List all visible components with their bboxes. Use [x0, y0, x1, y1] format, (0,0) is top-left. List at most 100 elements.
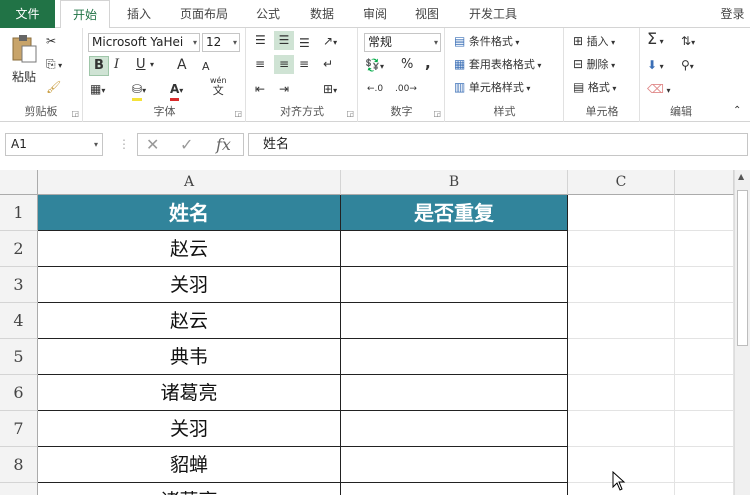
- row-header[interactable]: 8: [0, 447, 38, 483]
- delete-cells-button[interactable]: ⊟ 删除 ▾: [573, 55, 615, 75]
- cell-d[interactable]: [675, 195, 734, 231]
- cell-c[interactable]: [568, 375, 675, 411]
- tab-file[interactable]: 文件: [0, 0, 55, 28]
- cell-duplicate[interactable]: [341, 339, 568, 375]
- tab-review[interactable]: 审阅: [353, 0, 397, 28]
- header-cell-duplicate[interactable]: 是否重复: [341, 195, 568, 231]
- fill-color-button[interactable]: ⛁▾: [132, 80, 146, 101]
- cell-duplicate[interactable]: [341, 303, 568, 339]
- comma-button[interactable]: ,: [425, 54, 431, 72]
- cell-name[interactable]: 赵云: [38, 303, 341, 339]
- column-header-b[interactable]: B: [341, 170, 568, 195]
- column-header-c[interactable]: C: [568, 170, 675, 195]
- cell-d[interactable]: [675, 375, 734, 411]
- cell-name[interactable]: 关羽: [38, 411, 341, 447]
- align-left-button[interactable]: ≡: [255, 55, 265, 74]
- align-top-button[interactable]: ☰: [255, 31, 266, 50]
- select-all-button[interactable]: [0, 170, 38, 195]
- cell-c[interactable]: [568, 267, 675, 303]
- tab-data[interactable]: 数据: [300, 0, 344, 28]
- cell-c[interactable]: [568, 231, 675, 267]
- alignment-launcher-icon[interactable]: ◲: [346, 109, 354, 118]
- cell-name[interactable]: 貂蝉: [38, 447, 341, 483]
- row-header[interactable]: 4: [0, 303, 38, 339]
- column-header-d[interactable]: [675, 170, 734, 195]
- format-cells-button[interactable]: ▤ 格式 ▾: [573, 78, 616, 98]
- cell-d[interactable]: [675, 267, 734, 303]
- collapse-ribbon-icon[interactable]: ⌃: [733, 102, 741, 120]
- cell-c[interactable]: [568, 303, 675, 339]
- sort-filter-button[interactable]: ⇅▾: [681, 32, 695, 52]
- cell-duplicate[interactable]: [341, 231, 568, 267]
- font-launcher-icon[interactable]: ◲: [234, 109, 242, 118]
- align-bottom-button[interactable]: ☰: [299, 34, 310, 53]
- copy-button[interactable]: ⎘ ▾: [46, 55, 62, 75]
- tab-formulas[interactable]: 公式: [246, 0, 290, 28]
- fill-button[interactable]: ⬇ ▾: [647, 56, 664, 76]
- cell-duplicate[interactable]: [341, 267, 568, 303]
- insert-function-icon[interactable]: fx: [216, 134, 231, 155]
- row-header[interactable]: 5: [0, 339, 38, 375]
- cell-c[interactable]: [568, 411, 675, 447]
- borders-button[interactable]: ▦▾: [90, 80, 105, 100]
- increase-decimal-button[interactable]: ←.0: [367, 80, 383, 98]
- enter-icon[interactable]: ✓: [180, 134, 193, 155]
- format-as-table-button[interactable]: ▦ 套用表格格式 ▾: [454, 55, 541, 75]
- scroll-up-icon[interactable]: ▲: [738, 172, 744, 181]
- underline-button[interactable]: U: [136, 56, 146, 74]
- row-header[interactable]: 7: [0, 411, 38, 447]
- decrease-decimal-button[interactable]: .00→: [395, 80, 417, 98]
- conditional-format-button[interactable]: ▤ 条件格式 ▾: [454, 32, 519, 52]
- decrease-indent-button[interactable]: ⇤: [255, 80, 265, 99]
- cell-duplicate[interactable]: [341, 375, 568, 411]
- cell-name[interactable]: 诸葛亮: [38, 375, 341, 411]
- cell-c[interactable]: [568, 339, 675, 375]
- accounting-format-button[interactable]: 💱▾: [365, 56, 384, 76]
- cell-name[interactable]: 典韦: [38, 339, 341, 375]
- cell-duplicate[interactable]: [341, 483, 568, 495]
- merge-center-button[interactable]: ⊞▾: [323, 80, 337, 100]
- underline-dropdown[interactable]: ▾: [150, 56, 154, 74]
- cell-styles-button[interactable]: ▥ 单元格样式 ▾: [454, 78, 530, 98]
- clear-button[interactable]: ⌫ ▾: [647, 80, 671, 100]
- login-link[interactable]: 登录: [715, 0, 750, 28]
- cell-d[interactable]: [675, 231, 734, 267]
- cell-d[interactable]: [675, 303, 734, 339]
- align-middle-button[interactable]: ☰: [274, 31, 294, 50]
- increase-indent-button[interactable]: ⇥: [279, 80, 289, 99]
- grow-font-button[interactable]: A: [177, 56, 187, 74]
- phonetic-button[interactable]: wén 文: [210, 76, 227, 97]
- align-right-button[interactable]: ≡: [299, 55, 309, 74]
- row-header[interactable]: [0, 483, 38, 495]
- orientation-button[interactable]: ↗▾: [323, 32, 337, 52]
- formula-input[interactable]: 姓名: [248, 133, 748, 156]
- wrap-text-button[interactable]: ↵: [323, 55, 333, 74]
- tab-developer[interactable]: 开发工具: [458, 0, 528, 28]
- cell-d[interactable]: [675, 447, 734, 483]
- tab-insert[interactable]: 插入: [115, 0, 163, 28]
- scrollbar-thumb[interactable]: [737, 190, 748, 346]
- cell-duplicate[interactable]: [341, 447, 568, 483]
- find-select-button[interactable]: ⚲▾: [681, 56, 694, 76]
- cell-name[interactable]: 诸葛亮: [38, 483, 341, 495]
- cut-button[interactable]: ✂: [46, 32, 56, 51]
- number-launcher-icon[interactable]: ◲: [433, 109, 441, 118]
- column-header-a[interactable]: A: [38, 170, 341, 195]
- italic-button[interactable]: I: [114, 56, 119, 74]
- tab-home[interactable]: 开始: [60, 0, 110, 29]
- vertical-scrollbar[interactable]: ▲: [734, 170, 750, 495]
- clipboard-launcher-icon[interactable]: ◲: [71, 109, 79, 118]
- paste-button[interactable]: 粘贴: [8, 34, 40, 86]
- row-header[interactable]: 1: [0, 195, 38, 231]
- percent-button[interactable]: %: [401, 56, 413, 74]
- autosum-button[interactable]: Σ ▾: [647, 30, 664, 51]
- font-name-select[interactable]: Microsoft YaHei ▾: [88, 33, 200, 52]
- cell-name[interactable]: 关羽: [38, 267, 341, 303]
- insert-cells-button[interactable]: ⊞ 插入 ▾: [573, 32, 615, 52]
- cell-name[interactable]: 赵云: [38, 231, 341, 267]
- cancel-icon[interactable]: ✕: [146, 134, 159, 155]
- name-box[interactable]: A1 ▾: [5, 133, 103, 156]
- tab-view[interactable]: 视图: [405, 0, 449, 28]
- cell-d[interactable]: [675, 339, 734, 375]
- align-center-button[interactable]: ≡: [274, 55, 294, 74]
